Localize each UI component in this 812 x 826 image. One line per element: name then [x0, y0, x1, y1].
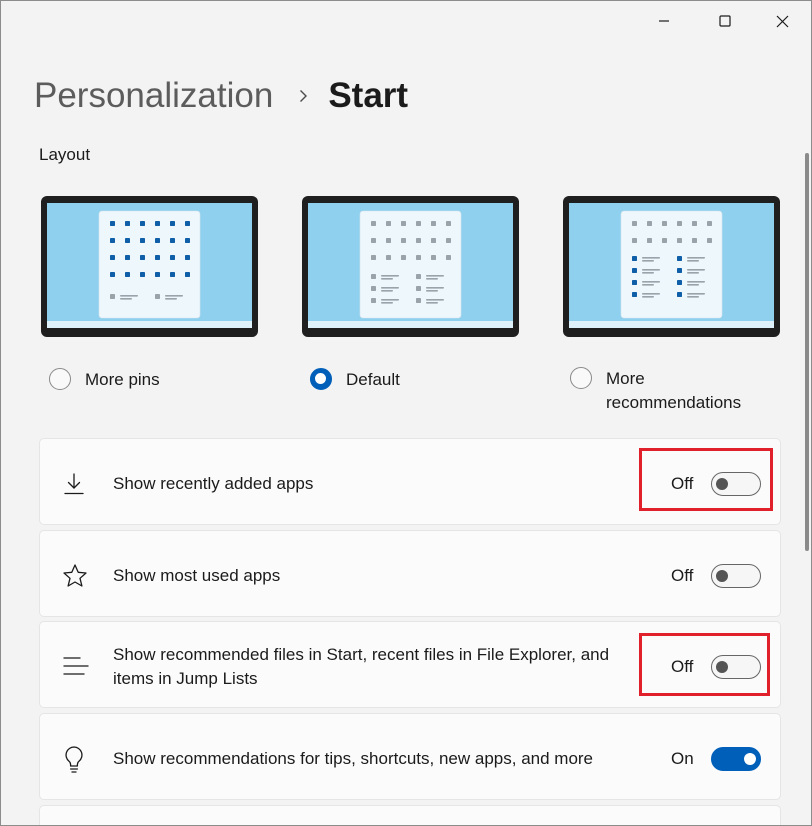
setting-row-most-used-apps: Show most used apps Off — [39, 530, 781, 617]
maximize-icon — [719, 15, 731, 27]
layout-option-more-pins[interactable]: More pins — [49, 368, 160, 392]
toggle-state-text: Off — [671, 657, 694, 676]
recently-added-apps-toggle[interactable] — [711, 472, 761, 496]
setting-label: Show recently added apps — [113, 474, 314, 493]
radio-label-default: Default — [346, 370, 400, 389]
recommendations-tips-toggle[interactable] — [711, 747, 761, 771]
setting-row-partial — [39, 805, 781, 825]
radio-more-pins[interactable] — [49, 368, 71, 390]
scrollbar-thumb[interactable] — [805, 153, 809, 551]
toggle-state-text: On — [671, 749, 694, 768]
settings-window: Personalization Start Layout More pins D… — [0, 0, 812, 826]
setting-row-recently-added-apps: Show recently added apps Off — [39, 438, 781, 525]
layout-preview-more-pins[interactable] — [41, 196, 258, 337]
radio-label-more-pins: More pins — [85, 370, 160, 389]
layout-option-more-recommendations[interactable]: More recommendations — [570, 367, 770, 415]
setting-label: Show recommended files in Start, recent … — [113, 645, 610, 688]
layout-section-label: Layout — [39, 145, 91, 164]
layout-preview-more-recommendations[interactable] — [563, 196, 780, 337]
breadcrumb: Personalization Start — [34, 73, 408, 119]
layout-preview-default[interactable] — [302, 196, 519, 337]
breadcrumb-parent-link[interactable]: Personalization — [34, 76, 273, 116]
setting-label: Show most used apps — [113, 566, 281, 585]
minimize-icon — [659, 20, 669, 22]
download-icon — [62, 472, 86, 501]
toggle-knob — [716, 660, 728, 673]
page-title: Start — [328, 76, 409, 115]
layout-option-default[interactable]: Default — [310, 368, 400, 392]
chevron-right-icon — [299, 89, 308, 103]
star-icon — [62, 563, 88, 594]
setting-row-recommended-files: Show recommended files in Start, recent … — [39, 621, 781, 708]
toggle-knob — [744, 752, 756, 765]
most-used-apps-toggle[interactable] — [711, 564, 761, 588]
radio-label-more-recommendations: More recommendations — [606, 369, 742, 412]
minimize-button[interactable] — [641, 5, 687, 37]
recommended-files-toggle[interactable] — [711, 655, 761, 679]
setting-row-recommendations-tips: Show recommendations for tips, shortcuts… — [39, 713, 781, 800]
close-icon — [776, 15, 788, 27]
toggle-knob — [716, 569, 728, 582]
setting-label: Show recommendations for tips, shortcuts… — [113, 749, 594, 768]
list-lines-icon — [62, 654, 90, 683]
toggle-knob — [716, 477, 728, 490]
radio-default[interactable] — [310, 368, 332, 390]
close-button[interactable] — [759, 5, 805, 37]
radio-more-recommendations[interactable] — [570, 367, 592, 389]
toggle-state-text: Off — [671, 566, 694, 585]
lightbulb-icon — [62, 745, 86, 778]
maximize-button[interactable] — [702, 5, 748, 37]
toggle-state-text: Off — [671, 474, 694, 493]
